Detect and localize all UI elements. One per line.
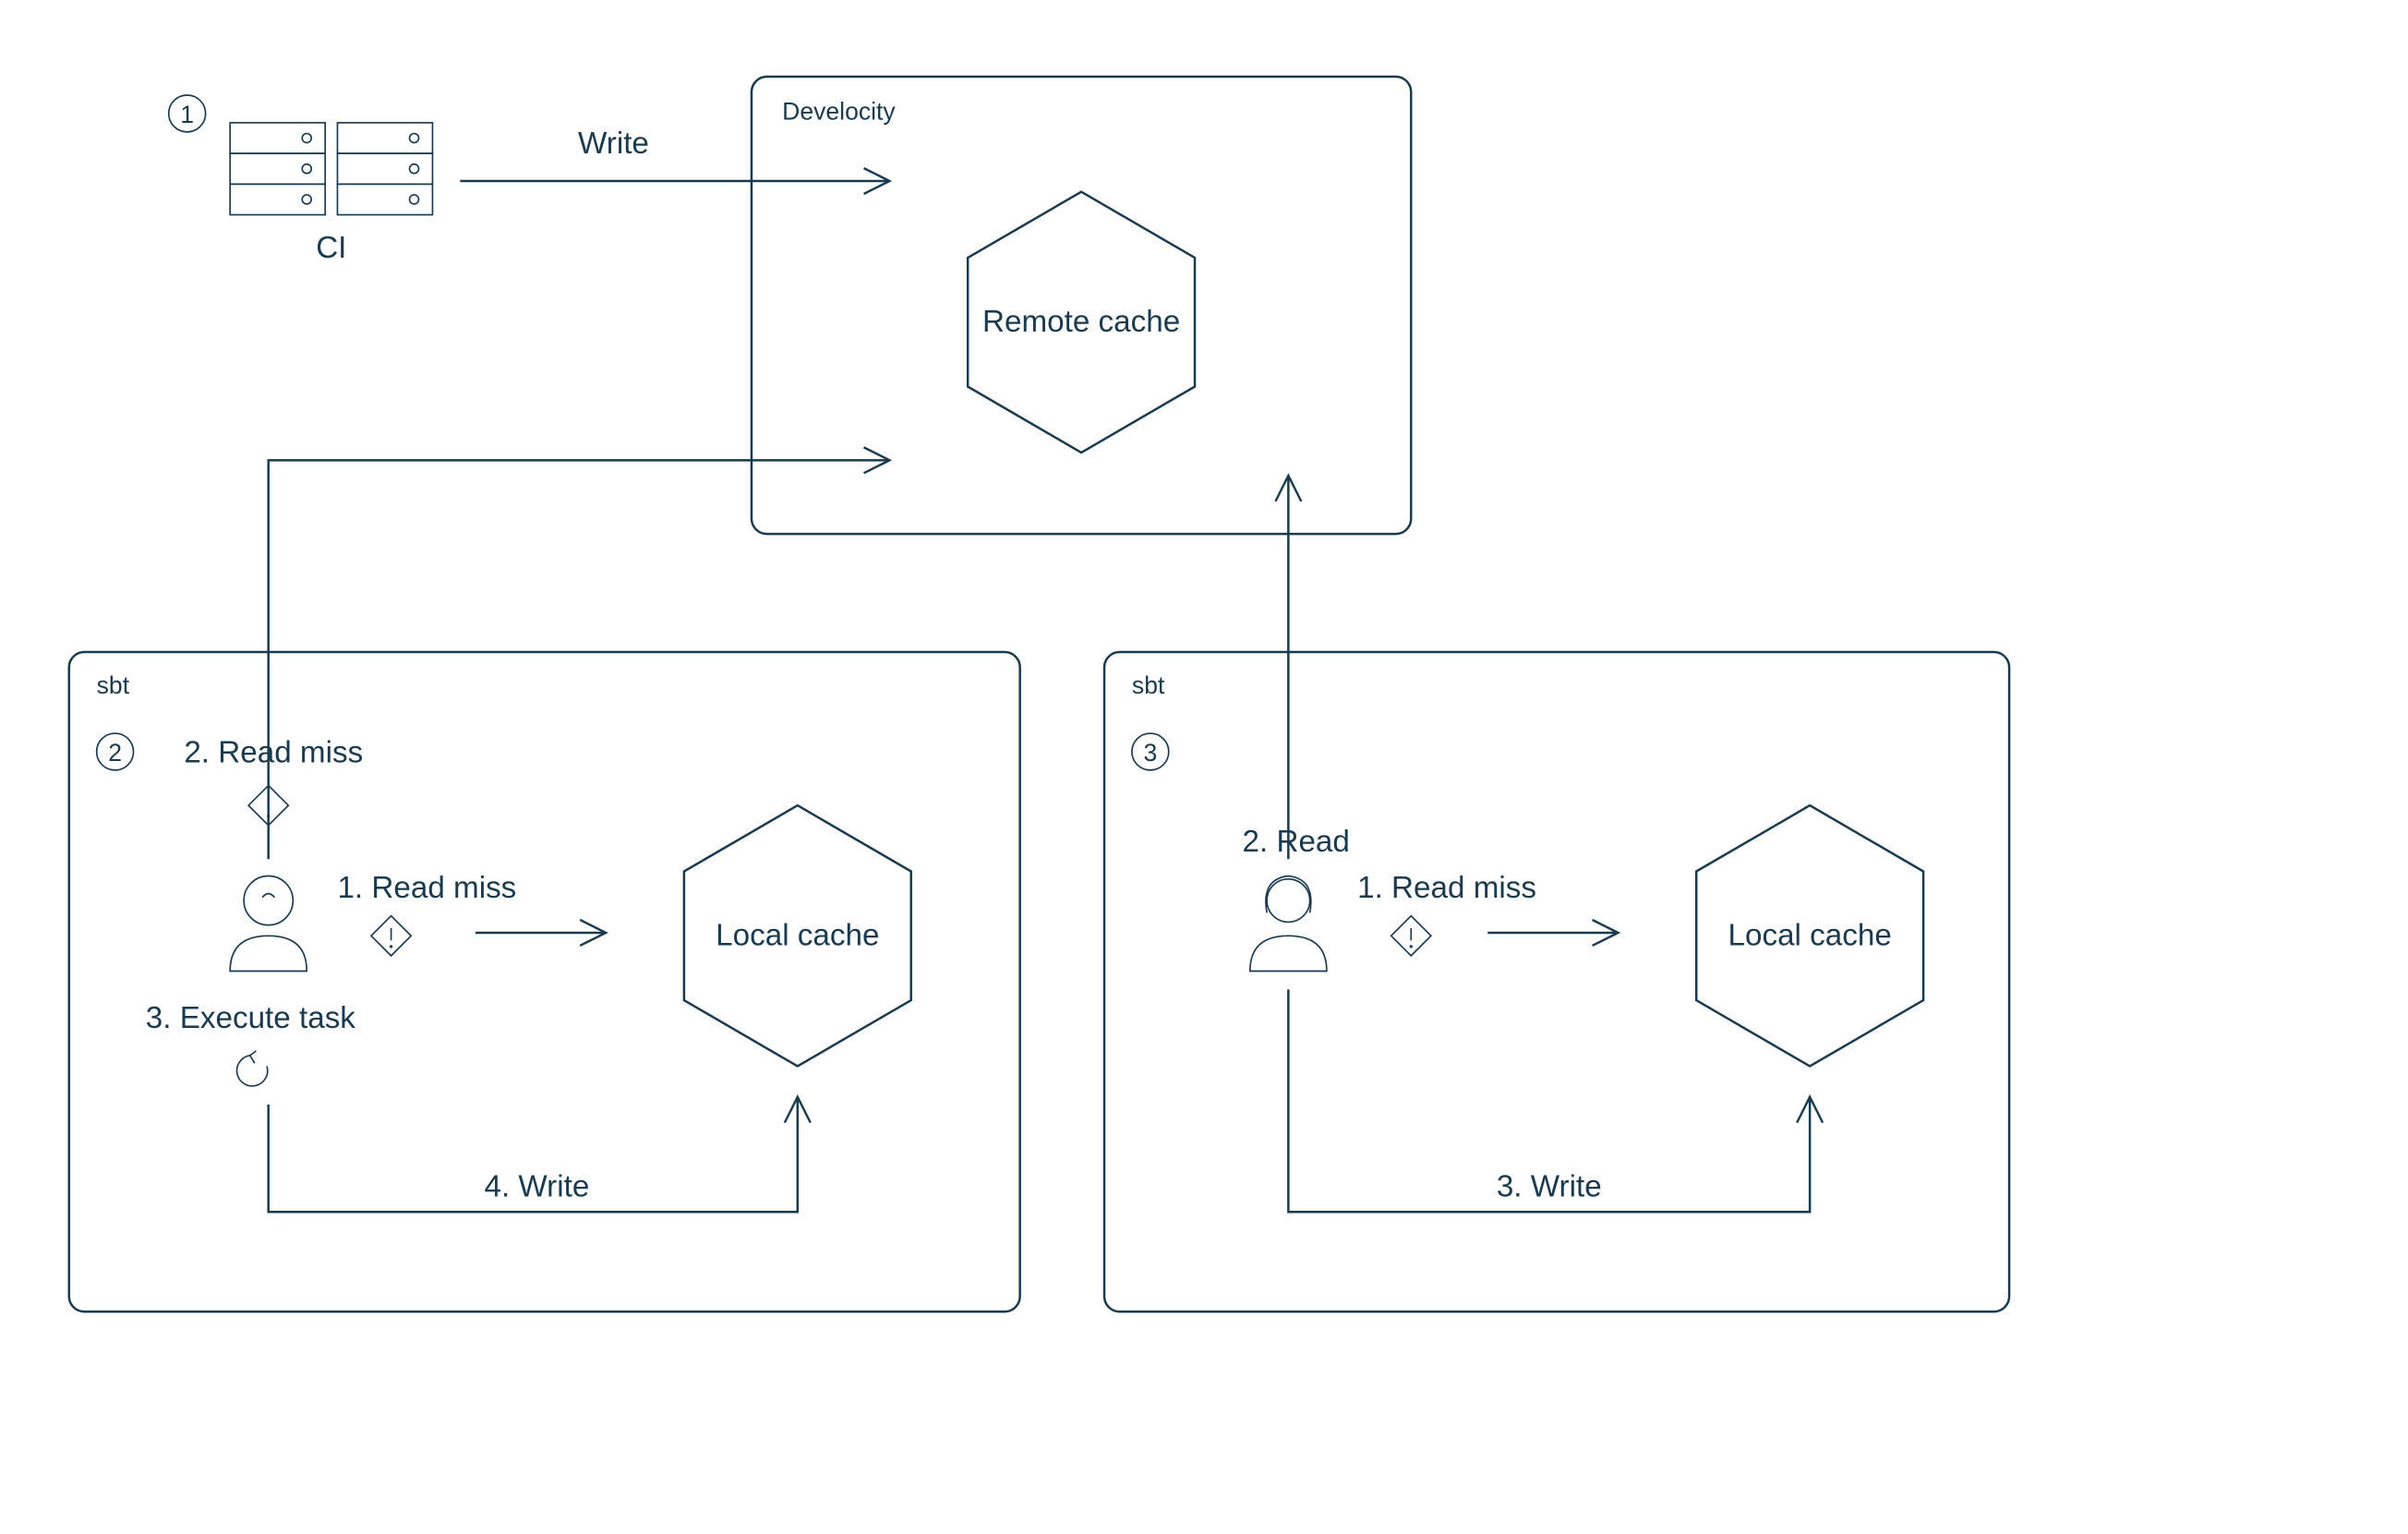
arrow-sbt-left-remote	[269, 460, 890, 859]
sbt-left-box: sbt 2 2. Read miss 1. Read miss	[69, 460, 1020, 1311]
remote-cache-label: Remote cache	[982, 305, 1180, 339]
sbt-right-step2: 2. Read	[1243, 825, 1350, 859]
develocity-title: Develocity	[782, 98, 896, 126]
step-badge-1: 1	[169, 95, 206, 132]
local-cache-hexagon-right: Local cache	[1696, 805, 1923, 1066]
svg-text:2: 2	[108, 739, 122, 767]
develocity-box: Develocity Remote cache	[752, 77, 1411, 534]
user-icon	[230, 876, 307, 972]
sbt-right-title: sbt	[1132, 671, 1165, 699]
sbt-left-step1: 1. Read miss	[337, 871, 516, 905]
sbt-left-title: sbt	[97, 671, 130, 699]
local-cache-hexagon-left: Local cache	[684, 805, 911, 1066]
user-icon	[1250, 876, 1327, 972]
alert-icon	[371, 916, 411, 956]
sbt-left-step4: 4. Write	[484, 1170, 589, 1204]
step-badge-2: 2	[97, 733, 134, 770]
sbt-right-box: sbt 3 2. Read 1. Read miss Local cache	[1104, 476, 2009, 1311]
local-cache-label-left: Local cache	[716, 918, 879, 952]
step-badge-3: 3	[1132, 733, 1169, 770]
alert-icon	[1391, 916, 1431, 956]
sbt-left-step2: 2. Read miss	[184, 736, 363, 770]
diagram-root: Develocity Remote cache 1	[0, 0, 2408, 1534]
sbt-right-step1: 1. Read miss	[1357, 871, 1536, 905]
ci-write-label: Write	[578, 127, 649, 161]
svg-text:3: 3	[1143, 739, 1157, 767]
sbt-right-step3: 3. Write	[1497, 1170, 1602, 1204]
ci-label: CI	[316, 231, 346, 265]
remote-cache-hexagon: Remote cache	[968, 192, 1195, 453]
sbt-left-step3: 3. Execute task	[146, 1001, 356, 1035]
loop-icon	[237, 1051, 268, 1086]
local-cache-label-right: Local cache	[1728, 918, 1892, 952]
servers-icon	[230, 123, 432, 215]
svg-text:1: 1	[180, 101, 194, 128]
